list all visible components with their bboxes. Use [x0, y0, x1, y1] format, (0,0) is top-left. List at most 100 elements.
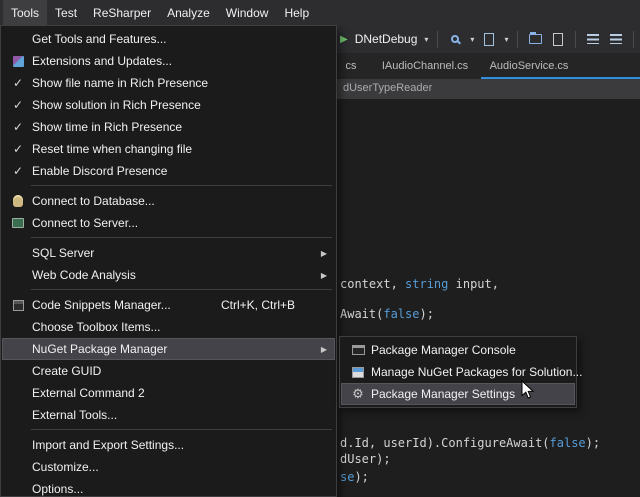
database-glyph — [13, 195, 23, 207]
extensions-icon — [6, 56, 30, 67]
menu-item-create-guid[interactable]: Create GUID — [2, 360, 335, 382]
document-icon[interactable] — [481, 30, 497, 48]
lines-glyph — [587, 34, 599, 44]
gear-icon: ⚙ — [345, 386, 371, 402]
menu-item-label: Get Tools and Features... — [32, 32, 167, 46]
menu-item-options[interactable]: Options... — [2, 478, 335, 497]
caret-down-icon[interactable]: ▾ — [470, 35, 474, 44]
menu-item-label: Code Snippets Manager... — [32, 298, 171, 312]
menu-item-label: Import and Export Settings... — [32, 438, 184, 452]
check-icon: ✓ — [6, 120, 30, 134]
server-icon — [6, 218, 30, 228]
folder-glyph — [529, 34, 542, 44]
menu-item-web-code-analysis[interactable]: Web Code Analysis ▶ — [2, 264, 335, 286]
menu-item-reset-time-when-changing-file[interactable]: ✓ Reset time when changing file — [2, 138, 335, 160]
outdent-icon[interactable] — [608, 30, 624, 48]
menu-item-choose-toolbox-items[interactable]: Choose Toolbox Items... — [2, 316, 335, 338]
submenu-item-package-manager-settings[interactable]: ⚙ Package Manager Settings — [341, 383, 575, 405]
menu-item-label: External Command 2 — [32, 386, 145, 400]
menu-item-extensions-and-updates[interactable]: Extensions and Updates... — [2, 50, 335, 72]
menubar-item-window[interactable]: Window — [218, 0, 277, 25]
tab-audioservice[interactable]: AudioService.cs — [482, 53, 576, 79]
run-configuration-selector[interactable]: DNetDebug — [355, 32, 418, 46]
menu-item-external-tools[interactable]: External Tools... — [2, 404, 335, 426]
toolbar-separator — [633, 31, 634, 48]
submenu-arrow-icon: ▶ — [321, 271, 327, 280]
menu-item-customize[interactable]: Customize... — [2, 456, 335, 478]
toolbar-visible-area: ▶ DNetDebug ▾ ▾ ▾ ⚑ — [340, 25, 640, 53]
menu-separator — [31, 289, 332, 290]
menu-item-show-solution-rich-presence[interactable]: ✓ Show solution in Rich Presence — [2, 94, 335, 116]
caret-down-icon[interactable]: ▾ — [504, 35, 508, 44]
submenu-arrow-icon: ▶ — [321, 345, 327, 354]
indent-icon[interactable] — [585, 30, 601, 48]
document-glyph — [553, 33, 563, 46]
search-icon[interactable] — [447, 30, 463, 48]
menu-item-label: Show file name in Rich Presence — [32, 76, 208, 90]
menu-item-nuget-package-manager[interactable]: NuGet Package Manager ▶ — [2, 338, 335, 360]
toolbar-separator — [517, 31, 518, 48]
menu-item-label: Show solution in Rich Presence — [32, 98, 201, 112]
mouse-cursor — [521, 380, 535, 400]
tab-label: IAudioChannel.cs — [382, 60, 468, 72]
snippets-glyph — [13, 300, 24, 311]
submenu-item-manage-nuget-packages[interactable]: Manage NuGet Packages for Solution... — [341, 361, 575, 383]
check-icon: ✓ — [6, 164, 30, 178]
menu-item-show-file-name-rich-presence[interactable]: ✓ Show file name in Rich Presence — [2, 72, 335, 94]
menubar: Tools Test ReSharper Analyze Window Help — [0, 0, 640, 25]
code-line: context, string input, — [340, 277, 499, 291]
menubar-item-test[interactable]: Test — [47, 0, 85, 25]
menu-item-show-time-rich-presence[interactable]: ✓ Show time in Rich Presence — [2, 116, 335, 138]
menubar-item-tools[interactable]: Tools — [3, 0, 47, 25]
menu-item-label: Connect to Server... — [32, 216, 138, 230]
submenu-item-label: Package Manager Settings — [371, 387, 515, 401]
menu-item-label: NuGet Package Manager — [32, 342, 167, 356]
code-line: dUser); — [340, 452, 391, 466]
menu-item-connect-to-database[interactable]: Connect to Database... — [2, 190, 335, 212]
menu-item-label: Web Code Analysis — [32, 268, 136, 282]
check-icon: ✓ — [6, 142, 30, 156]
menu-item-label: Extensions and Updates... — [32, 54, 172, 68]
new-file-icon[interactable] — [550, 30, 566, 48]
navbar-member-dropdown[interactable]: dUserTypeReader — [343, 82, 432, 94]
menu-item-label: Connect to Database... — [32, 194, 155, 208]
tab-partial-cs[interactable]: cs — [337, 53, 365, 79]
menu-item-label: Enable Discord Presence — [32, 164, 167, 178]
menu-separator — [31, 185, 332, 186]
document-glyph — [484, 33, 494, 46]
menu-item-label: Choose Toolbox Items... — [32, 320, 161, 334]
menu-item-get-tools-and-features[interactable]: Get Tools and Features... — [2, 28, 335, 50]
toolbar-separator — [437, 31, 438, 48]
menu-item-shortcut: Ctrl+K, Ctrl+B — [221, 298, 295, 312]
menubar-item-help[interactable]: Help — [276, 0, 317, 25]
menu-separator — [31, 429, 332, 430]
start-debug-icon[interactable]: ▶ — [340, 34, 348, 45]
submenu-item-label: Manage NuGet Packages for Solution... — [371, 365, 582, 379]
menu-item-external-command-2[interactable]: External Command 2 — [2, 382, 335, 404]
menu-item-label: Customize... — [32, 460, 99, 474]
menu-item-enable-discord-presence[interactable]: ✓ Enable Discord Presence — [2, 160, 335, 182]
caret-down-icon[interactable]: ▾ — [424, 35, 428, 44]
snippets-icon — [6, 300, 30, 311]
menu-item-code-snippets-manager[interactable]: Code Snippets Manager... Ctrl+K, Ctrl+B — [2, 294, 335, 316]
code-line: d.Id, userId).ConfigureAwait(false); — [340, 436, 600, 450]
code-line: se); — [340, 470, 369, 484]
menu-item-label: SQL Server — [32, 246, 94, 260]
menu-item-label: Options... — [32, 482, 83, 496]
tab-label: AudioService.cs — [490, 60, 569, 72]
packages-glyph — [352, 367, 364, 378]
open-folder-icon[interactable] — [527, 30, 543, 48]
menubar-item-analyze[interactable]: Analyze — [159, 0, 218, 25]
nuget-package-manager-submenu: Package Manager Console Manage NuGet Pac… — [339, 336, 577, 408]
packages-icon — [345, 367, 371, 378]
menu-item-import-and-export-settings[interactable]: Import and Export Settings... — [2, 434, 335, 456]
server-glyph — [12, 218, 24, 228]
menu-item-connect-to-server[interactable]: Connect to Server... — [2, 212, 335, 234]
submenu-item-package-manager-console[interactable]: Package Manager Console — [341, 339, 575, 361]
tools-menu: Get Tools and Features... Extensions and… — [0, 25, 337, 497]
menu-item-sql-server[interactable]: SQL Server ▶ — [2, 242, 335, 264]
menubar-item-resharper[interactable]: ReSharper — [85, 0, 159, 25]
console-glyph — [352, 345, 365, 355]
database-icon — [6, 195, 30, 207]
tab-iaudiochannel[interactable]: IAudioChannel.cs — [374, 53, 476, 79]
